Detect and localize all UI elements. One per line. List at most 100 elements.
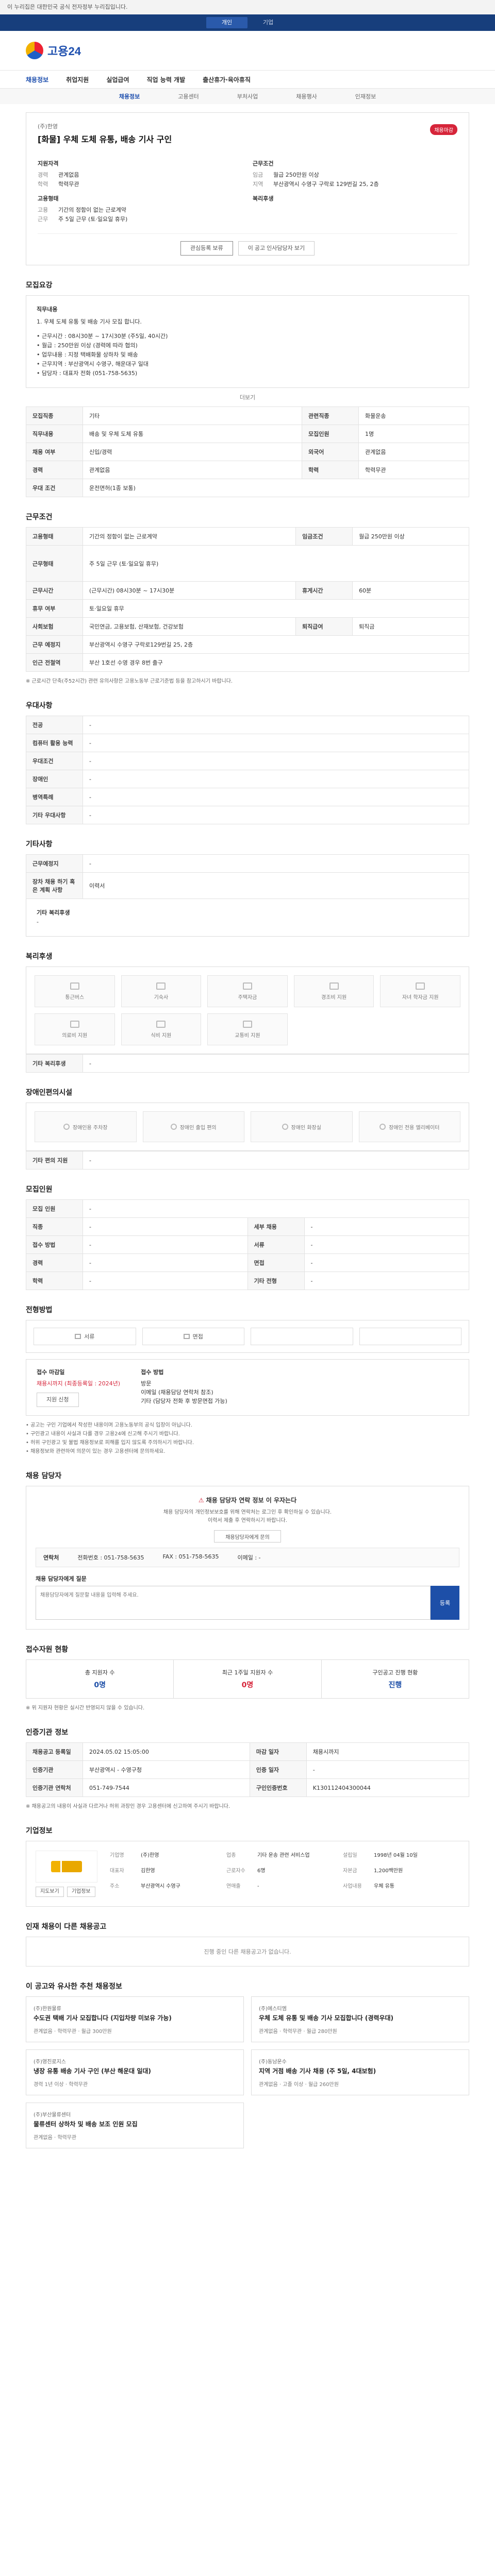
- util-tab-company[interactable]: 기업: [248, 17, 289, 28]
- recommend-card[interactable]: (주)에스티엠 우체 도체 유통 및 배송 기사 모집합니다 (경력우대) 관계없음…: [251, 1996, 469, 2042]
- gnb-item-jobs[interactable]: 채용정보: [26, 75, 48, 84]
- td: 기타: [82, 406, 303, 425]
- lnb-item-0[interactable]: 채용정보: [119, 92, 140, 100]
- share-button[interactable]: 이 공고 인사담당자 보기: [238, 241, 315, 256]
- th: 기타 우대사항: [26, 806, 83, 824]
- co-key: 연매출: [226, 1884, 241, 1889]
- th: 근무예정지: [26, 854, 83, 873]
- th: 우대 조건: [26, 479, 83, 497]
- lnb-item-2[interactable]: 부처사업: [237, 92, 258, 100]
- status-badge: 채용마감: [430, 124, 457, 135]
- apply-button[interactable]: 지원 신청: [37, 1393, 79, 1407]
- benefit-label: 자녀 학자금 지원: [402, 994, 439, 1001]
- util-tab-personal[interactable]: 개인: [206, 17, 248, 28]
- school-icon: [416, 982, 425, 990]
- recommend-card[interactable]: (주)부산물류센터 물류센터 상하차 및 배송 보조 인원 모집 관계없음 · 학력…: [26, 2103, 244, 2148]
- qa-submit-button[interactable]: 등록: [431, 1586, 459, 1620]
- sum-val: 월급 250만원 이상: [273, 172, 319, 178]
- th: 임금조건: [295, 527, 353, 546]
- status-label: 최근 1주일 지원자 수: [222, 1669, 273, 1676]
- apply-period-label: 접수 마감일: [37, 1369, 65, 1376]
- content-line: • 근무시간 : 08시30분 ~ 17시30분 (주5일, 40시간): [37, 333, 168, 340]
- td: 기간의 정함이 없는 근로계약: [82, 527, 296, 546]
- rec-title: 냉장 유통 배송 기사 구인 (부산 해운대 일대): [34, 2067, 151, 2075]
- th: 병역특례: [26, 788, 83, 806]
- gnb-item-leave[interactable]: 출산휴가·육아휴직: [203, 75, 251, 84]
- co-val: 1,200백만원: [374, 1868, 403, 1874]
- warn-title: ⚠ 채용 담당자 연락 정보 이 우자는다: [36, 1496, 459, 1504]
- benefit-label: 교통비 지원: [235, 1032, 260, 1039]
- recommend-card[interactable]: (주)한원물류 수도권 택배 기사 모집합니다 (지입차량 미보유 가능) 관계없음…: [26, 1996, 244, 2042]
- status-label: 총 지원자 수: [85, 1669, 115, 1676]
- work-table: 고용형태 기간의 정함이 없는 근로계약 임금조건 월급 250만원 이상 근무형태 주…: [26, 527, 469, 672]
- td: 관계없음: [358, 443, 469, 461]
- contact-bar: 연락처 전화번호 : 051-758-5635 FAX : 051-758-56…: [36, 1548, 459, 1567]
- rec-company: (주)부산물류센터: [34, 2112, 71, 2118]
- recommend-card[interactable]: (주)영진로지스 냉장 유통 배송 기사 구인 (부산 해운대 일대) 경력 1년 …: [26, 2049, 244, 2095]
- th: 근무형태: [26, 545, 83, 582]
- rec-meta: 경력 1년 이상 · 학력무관: [34, 2082, 88, 2088]
- co-val: 부산광역시 수영구: [141, 1884, 180, 1889]
- lnb-item-1[interactable]: 고용센터: [178, 92, 199, 100]
- benefit-label: 경조비 지원: [321, 994, 347, 1001]
- gnb-item-support[interactable]: 취업지원: [66, 75, 89, 84]
- company-info-button[interactable]: 기업정보: [67, 1887, 95, 1897]
- content-line: • 근무지역 : 부산광역시 수영구, 해운대구 일대: [37, 361, 148, 367]
- co-key: 근로자수: [226, 1868, 245, 1874]
- th: 직종: [26, 1217, 83, 1236]
- same-co-empty: 진행 중인 다른 채용공고가 없습니다.: [26, 1937, 469, 1967]
- method-label: 면접: [192, 1333, 203, 1340]
- recommend-card[interactable]: (주)동남운수 지역 거점 배송 기사 채용 (주 5일, 4대보험) 관계없음 ·…: [251, 2049, 469, 2095]
- gnb: 채용정보 취업지원 실업급여 직업 능력 개발 출산휴가·육아휴직: [0, 70, 495, 89]
- map-button[interactable]: 지도보기: [36, 1887, 64, 1897]
- td: -: [82, 1199, 469, 1218]
- th: 학력: [302, 461, 359, 479]
- interview-icon: [183, 1334, 190, 1339]
- lnb-item-4[interactable]: 인재정보: [355, 92, 376, 100]
- interest-button[interactable]: 관심등록 보류: [180, 241, 233, 256]
- logo[interactable]: 고용24: [26, 42, 81, 59]
- contact-email: 이메일 : -: [237, 1554, 261, 1561]
- note-line: 공고는 구인 기업에서 작성한 내용이며 고용노동부의 공식 입장이 아닙니다.: [26, 1421, 469, 1430]
- gov-banner: 이 누리집은 대한민국 공식 전자정부 누리집입니다.: [0, 0, 495, 14]
- job-title: [화물] 우체 도체 유통, 배송 기사 구인: [38, 134, 172, 144]
- lnb-item-3[interactable]: 채용행사: [296, 92, 317, 100]
- disabled-label: 장애인용 주차장: [72, 1125, 108, 1131]
- th: 전공: [26, 716, 83, 734]
- apply-method: 방문 이메일 (채용담당 연락처 참조) 기타 (담당자 전화 후 방문면접 가…: [141, 1380, 227, 1404]
- disabled-item: 장애인 출입 편의: [142, 1111, 244, 1142]
- more-link[interactable]: 더보기: [26, 388, 469, 406]
- co-key: 자본금: [343, 1868, 357, 1874]
- sum-val: 부산광역시 수영구 구락로 129번길 25, 2층: [273, 181, 379, 188]
- section-recruit-info-title: 모집인원: [26, 1185, 53, 1194]
- co-key: 대표자: [110, 1868, 124, 1874]
- rec-meta: 관계없음 · 학력무관 · 월급 280만원: [259, 2029, 337, 2035]
- benefit-item: 기숙사: [121, 975, 202, 1007]
- td: 60분: [352, 581, 469, 600]
- th: 인증기관 연락처: [26, 1778, 83, 1797]
- td: 국민연금, 고용보험, 산재보험, 건강보험: [82, 617, 296, 636]
- td: -: [82, 1272, 248, 1290]
- td: -: [82, 1217, 248, 1236]
- summary-cond-heading: 근무조건: [253, 160, 274, 167]
- benefits-box: 통근버스 기숙사 주택자금 경조비 지원 자녀 학자금 지원 의료비 지원 식비…: [26, 967, 469, 1054]
- meal-icon: [156, 1020, 166, 1028]
- section-status-title: 접수자원 현황: [26, 1646, 69, 1654]
- sum-val: 주 5일 근무 (토·일요일 휴무): [58, 216, 128, 223]
- gnb-item-benefit[interactable]: 실업급여: [106, 75, 129, 84]
- sum-key: 근무: [38, 216, 48, 223]
- benefit-item: 의료비 지원: [35, 1013, 115, 1045]
- status-total: 총 지원자 수 0명: [26, 1660, 174, 1698]
- td: 부산광역시 수영구 구락로129번길 25, 2층: [82, 635, 469, 654]
- td: 학력무관: [358, 461, 469, 479]
- method-item-docs: 서류: [34, 1328, 136, 1345]
- contact-manager-button[interactable]: 채용담당자에게 문의: [214, 1530, 281, 1543]
- warning-icon: ⚠: [198, 1497, 204, 1504]
- co-val: 김한영: [141, 1868, 155, 1874]
- co-val: 6명: [257, 1868, 266, 1874]
- gnb-item-training[interactable]: 직업 능력 개발: [147, 75, 186, 84]
- disabled-item: 장애인 전용 엘리베이터: [358, 1111, 460, 1142]
- work-note: ※ 근로시간 단축(주52시간) 관련 유의사항은 고용노동부 근로기준법 등을…: [26, 679, 233, 684]
- qa-input[interactable]: [36, 1586, 431, 1620]
- method-item-interview: 면접: [142, 1328, 244, 1345]
